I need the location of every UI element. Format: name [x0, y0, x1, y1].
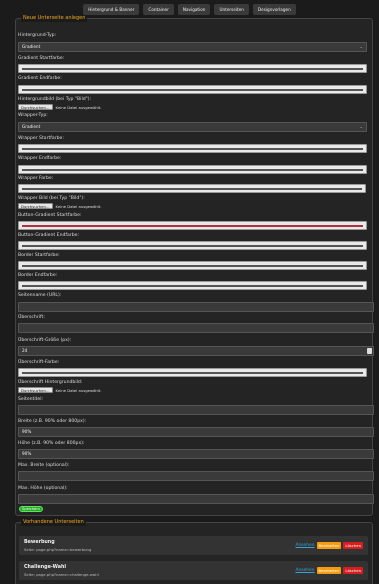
- bg-type-label: Hintergrund-Typ:: [18, 33, 57, 38]
- tab-navigation[interactable]: Navigation: [177, 4, 211, 15]
- new-subpage-legend: Neue Unterseite anlegen: [21, 15, 88, 22]
- page-title-label: Seitentitel:: [18, 397, 44, 402]
- spinner-icon[interactable]: [367, 348, 372, 354]
- tab-container[interactable]: Container: [143, 4, 174, 15]
- delete-button[interactable]: Löschen: [343, 567, 363, 574]
- grad-end-label: Gradient Endfarbe:: [18, 76, 62, 81]
- wrapper-image-browse-button[interactable]: Durchsuchen...: [18, 203, 53, 209]
- existing-subpages-legend: Vorhandene Unterseiten: [21, 519, 86, 526]
- wrapper-image-no-file: Keine Datei ausgewählt.: [55, 203, 102, 209]
- edit-button[interactable]: Bearbeiten: [316, 542, 342, 549]
- border-start-label: Border Startfarbe:: [18, 253, 60, 258]
- grad-start-color-picker[interactable]: [18, 64, 367, 73]
- wrapper-type-value: Gradient: [22, 124, 41, 129]
- heading-size-value: 24: [22, 348, 28, 353]
- width-value: 90%: [22, 429, 32, 434]
- list-item: Challenge-Wahl Seite: page.php?name=chal…: [19, 561, 368, 580]
- tab-design-templates[interactable]: Designvorlagen: [252, 4, 296, 15]
- btn-grad-start-label: Button-Gradient Startfarbe:: [18, 213, 82, 218]
- wrapper-start-color-picker[interactable]: [18, 144, 367, 153]
- max-height-label: Max. Höhe (optional):: [18, 486, 68, 491]
- bg-type-value: Gradient: [22, 44, 41, 49]
- chevron-down-icon: ⌄: [359, 44, 363, 49]
- wrapper-end-label: Wrapper Endfarbe:: [18, 156, 62, 161]
- height-input[interactable]: 90%: [18, 449, 374, 459]
- page-name-input[interactable]: [18, 302, 374, 312]
- save-button[interactable]: Speichern: [19, 506, 43, 512]
- heading-bg-no-file: Keine Datei ausgewählt.: [55, 387, 102, 393]
- tab-bar: Hintergrund & Banner Container Navigatio…: [0, 4, 379, 15]
- wrapper-color-label: Wrapper Farbe:: [18, 176, 54, 181]
- subpage-url: Seite: page.php?name=bewerbung: [24, 547, 92, 552]
- heading-input[interactable]: [18, 323, 374, 333]
- btn-grad-end-label: Button-Gradient Endfarbe:: [18, 233, 80, 238]
- heading-bg-browse-button[interactable]: Durchsuchen...: [18, 387, 53, 393]
- heading-size-label: Überschrift-Größe (px):: [18, 338, 72, 343]
- bg-type-select[interactable]: Gradient ⌄: [18, 42, 367, 52]
- height-label: Höhe (z.B. 90% oder 800px):: [18, 441, 85, 446]
- max-width-label: Max. Breite (optional):: [18, 463, 70, 468]
- grad-start-label: Gradient Startfarbe:: [18, 56, 65, 61]
- heading-bg-label: Überschrift Hintergrundbild:: [18, 380, 83, 385]
- heading-color-label: Überschrift-Farbe:: [18, 360, 60, 365]
- view-link[interactable]: Ansehen: [295, 568, 314, 573]
- height-value: 90%: [22, 451, 32, 456]
- view-link[interactable]: Ansehen: [295, 543, 314, 548]
- subpage-title: Bewerbung: [24, 540, 55, 545]
- border-end-label: Border Endfarbe:: [18, 273, 58, 278]
- edit-button[interactable]: Bearbeiten: [316, 567, 342, 574]
- grad-end-color-picker[interactable]: [18, 85, 367, 94]
- wrapper-color-picker[interactable]: [18, 184, 366, 193]
- wrapper-start-label: Wrapper Startfarbe:: [18, 136, 64, 141]
- max-width-input[interactable]: [18, 471, 374, 481]
- delete-button[interactable]: Löschen: [343, 542, 363, 549]
- page-title-input[interactable]: [18, 405, 374, 415]
- bg-image-file-input[interactable]: Durchsuchen... Keine Datei ausgewählt.: [18, 104, 102, 110]
- chevron-down-icon: ⌄: [359, 124, 363, 129]
- tab-subpages[interactable]: Unterseiten: [214, 4, 249, 15]
- tab-background-banner[interactable]: Hintergrund & Banner: [83, 4, 140, 15]
- wrapper-type-label: Wrapper-Typ:: [18, 113, 48, 118]
- wrapper-image-file-input[interactable]: Durchsuchen... Keine Datei ausgewählt.: [18, 203, 102, 209]
- bg-image-label: Hintergrundbild (bei Typ "Bild"):: [18, 97, 92, 102]
- wrapper-end-color-picker[interactable]: [18, 165, 367, 174]
- width-label: Breite (z.B. 90% oder 800px):: [18, 419, 87, 424]
- subpage-title: Challenge-Wahl: [24, 565, 67, 570]
- wrapper-type-select[interactable]: Gradient ⌄: [18, 122, 367, 132]
- list-item: Bewerbung Seite: page.php?name=bewerbung…: [19, 536, 368, 555]
- subpage-url: Seite: page.php?name=challenge-wahl: [24, 572, 99, 577]
- heading-size-input[interactable]: 24: [18, 346, 374, 356]
- wrapper-image-label: Wrapper Bild (bei Typ "Bild"):: [18, 196, 85, 201]
- heading-bg-file-input[interactable]: Durchsuchen... Keine Datei ausgewählt.: [18, 387, 102, 393]
- page-name-label: Seitenname (URL):: [18, 293, 62, 298]
- width-input[interactable]: 90%: [18, 427, 374, 437]
- subpage-actions: Ansehen Bearbeiten Löschen: [295, 542, 363, 549]
- heading-label: Überschrift:: [18, 315, 45, 320]
- bg-image-browse-button[interactable]: Durchsuchen...: [18, 104, 53, 110]
- max-height-input[interactable]: [18, 494, 374, 504]
- btn-grad-start-color-picker[interactable]: [18, 221, 367, 230]
- subpage-actions: Ansehen Bearbeiten Löschen: [295, 567, 363, 574]
- bg-image-no-file: Keine Datei ausgewählt.: [55, 104, 102, 110]
- border-start-color-picker[interactable]: [18, 261, 367, 270]
- btn-grad-end-color-picker[interactable]: [18, 241, 367, 250]
- heading-color-picker[interactable]: [18, 368, 367, 377]
- border-end-color-picker[interactable]: [18, 281, 367, 290]
